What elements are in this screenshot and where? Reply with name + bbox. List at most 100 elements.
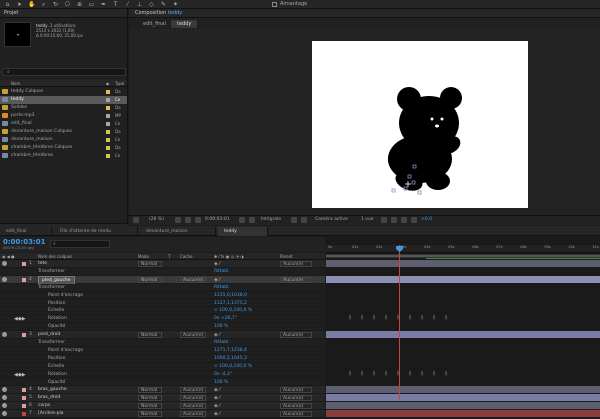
magnifier-icon[interactable] xyxy=(133,217,139,223)
keyframe-icon[interactable]: ᛝ xyxy=(444,316,448,321)
label-color-swatch[interactable] xyxy=(106,90,110,94)
color-channel-icon[interactable] xyxy=(249,217,255,223)
column-name[interactable]: Nom xyxy=(11,80,20,87)
layer-duration-bar[interactable] xyxy=(326,275,600,283)
project-item[interactable]: chambre_ténèbres Co xyxy=(0,152,127,160)
property-value[interactable]: Rétabl. xyxy=(214,284,230,292)
current-time-indicator[interactable] xyxy=(399,245,401,400)
pan-behind-icon[interactable]: ⊕ xyxy=(76,1,83,8)
property-value[interactable]: ∞ 100,0,100,0 % xyxy=(214,363,252,371)
clone-icon[interactable]: ⊥ xyxy=(136,1,143,8)
header-mode[interactable]: Mode xyxy=(138,253,149,260)
label-color-swatch[interactable] xyxy=(106,146,110,150)
project-item[interactable]: porte.mp3 MP xyxy=(0,112,127,120)
layer-label-color[interactable] xyxy=(22,404,26,409)
project-item[interactable]: teddy Calques Do xyxy=(0,88,127,96)
layer-duration-bar[interactable] xyxy=(326,331,600,339)
eye-icon[interactable] xyxy=(2,403,7,409)
property-row[interactable]: Transformer Rétabl. xyxy=(0,283,325,292)
label-color-swatch[interactable] xyxy=(106,154,110,158)
brush-icon[interactable]: ⁄ xyxy=(124,1,131,8)
snapshot-icon[interactable] xyxy=(239,217,245,223)
label-color-swatch[interactable] xyxy=(106,122,110,126)
project-item[interactable]: Solides Do xyxy=(0,104,127,112)
project-search-input[interactable]: ⌕ xyxy=(2,68,126,76)
roto-icon[interactable]: ✎ xyxy=(160,1,167,8)
timeline-tab[interactable]: devanture_maison xyxy=(140,227,216,236)
keyframe-icon[interactable]: ᛝ xyxy=(384,371,388,377)
header-switches-icon[interactable]: ✱ ⁄ fx ▣ ◎ ◔ ◑ xyxy=(214,253,244,260)
timeline-tab[interactable]: teddy xyxy=(218,227,268,236)
layer-name[interactable]: corps xyxy=(38,402,50,410)
property-row[interactable]: Position 1127,1,1375,2 xyxy=(0,299,325,308)
keyframe-icon[interactable]: ᛝ xyxy=(372,316,376,321)
layer-duration-bar[interactable] xyxy=(326,394,600,402)
property-row[interactable]: Point d'ancrage 1231,0,1038,0 xyxy=(0,291,325,300)
layer-mode-select[interactable]: Normal xyxy=(138,411,162,418)
timeline-tab[interactable]: edit_final xyxy=(0,227,52,236)
keyframe-icon[interactable]: ᛝ xyxy=(420,371,424,377)
keyframe-icon[interactable]: ᛝ xyxy=(348,316,352,321)
header-cache[interactable]: Cache xyxy=(180,253,192,260)
fast-preview-icon[interactable] xyxy=(381,217,387,223)
label-color-swatch[interactable] xyxy=(106,130,110,134)
eye-icon[interactable] xyxy=(2,332,7,338)
layer-switches-icon[interactable]: ◈ ⁄ xyxy=(214,411,220,419)
eye-icon[interactable] xyxy=(2,261,7,266)
layer-cache-select[interactable]: Aucun(e) xyxy=(180,395,206,402)
snap-checkbox[interactable] xyxy=(272,2,277,7)
av-switches-icon[interactable]: ◉ ◀ ● xyxy=(2,253,15,260)
layer-duration-bar[interactable] xyxy=(326,402,600,410)
eye-icon[interactable] xyxy=(2,276,7,282)
layer-name[interactable]: bras_gauche xyxy=(38,386,67,394)
layer-mode-select[interactable]: Normal xyxy=(138,387,162,394)
layer-name[interactable]: tete xyxy=(38,260,47,268)
label-color-swatch[interactable] xyxy=(106,138,110,142)
property-row[interactable]: Point d'ancrage 1271,7,1238,4 xyxy=(0,346,325,355)
views-menu[interactable]: 1 vue xyxy=(361,216,374,224)
grid-icon[interactable] xyxy=(185,217,191,223)
layer-label-color[interactable] xyxy=(22,388,26,393)
layer-row[interactable]: 2 pied_gauche Normal Aucun(e) ◈ ⁄ Aucun(e) xyxy=(0,275,325,286)
property-value[interactable]: ∞ 100,0,100,0 % xyxy=(214,307,252,315)
project-panel-title[interactable]: Projet xyxy=(0,9,127,18)
layer-mode-select[interactable]: Normal xyxy=(138,276,162,283)
layer-cache-select[interactable]: Aucun(e) xyxy=(180,403,206,410)
label-color-swatch[interactable] xyxy=(106,98,110,102)
property-value[interactable]: 100 % xyxy=(214,379,228,387)
layer-duration-bar[interactable] xyxy=(326,410,600,418)
layer-name[interactable]: bras_droit xyxy=(38,394,60,402)
layer-row[interactable]: 4 bras_gauche Normal Aucun(e) ◈ ⁄ Aucun(e) xyxy=(0,386,325,395)
layer-parent-select[interactable]: Aucun(e) xyxy=(280,332,312,339)
property-value[interactable]: 0x -4,3° xyxy=(214,371,232,379)
layer-duration-bar[interactable] xyxy=(326,386,600,394)
project-item[interactable]: devanture_maison Co xyxy=(0,136,127,144)
viewer-panel-title[interactable]: Composition xyxy=(135,10,166,16)
keyframe-icon[interactable]: ᛝ xyxy=(432,371,436,377)
eraser-icon[interactable]: ◇ xyxy=(148,1,155,8)
property-row[interactable]: ◀◆▶ Rotation 0x -4,3° xyxy=(0,370,325,379)
property-value[interactable]: 1090,2,1645,3 xyxy=(214,355,247,363)
layer-row[interactable]: 1 tete Normal ◈ ⁄ Aucun(e) xyxy=(0,260,325,268)
puppet-icon[interactable]: ✦ xyxy=(172,1,179,8)
project-item[interactable]: edit_final Co xyxy=(0,120,127,128)
layer-mode-select[interactable]: Normal xyxy=(138,332,162,339)
transparency-grid-icon[interactable] xyxy=(301,217,307,223)
keyframe-icon[interactable]: ᛝ xyxy=(408,316,412,321)
property-value[interactable]: 0x +26,7° xyxy=(214,315,237,323)
column-type[interactable]: Type xyxy=(115,80,124,87)
viewer-tab[interactable]: edit_final xyxy=(137,20,172,28)
viewer-tab[interactable]: teddy xyxy=(171,20,198,28)
layer-parent-select[interactable]: Aucun(e) xyxy=(280,403,312,410)
layer-label-color[interactable] xyxy=(22,262,26,266)
property-row[interactable]: Échelle ∞ 100,0,100,0 % xyxy=(0,362,325,371)
header-parent[interactable]: Parent xyxy=(280,253,293,260)
layer-parent-select[interactable]: Aucun(e) xyxy=(280,387,312,394)
timeline-icon[interactable] xyxy=(391,217,397,223)
layer-mode-select[interactable]: Normal xyxy=(138,403,162,410)
layer-parent-select[interactable]: Aucun(e) xyxy=(280,261,312,267)
label-color-swatch[interactable] xyxy=(106,106,110,110)
layer-label-color[interactable] xyxy=(22,333,26,338)
eye-icon[interactable] xyxy=(2,411,7,417)
property-row[interactable]: Opacité 100 % xyxy=(0,378,325,387)
